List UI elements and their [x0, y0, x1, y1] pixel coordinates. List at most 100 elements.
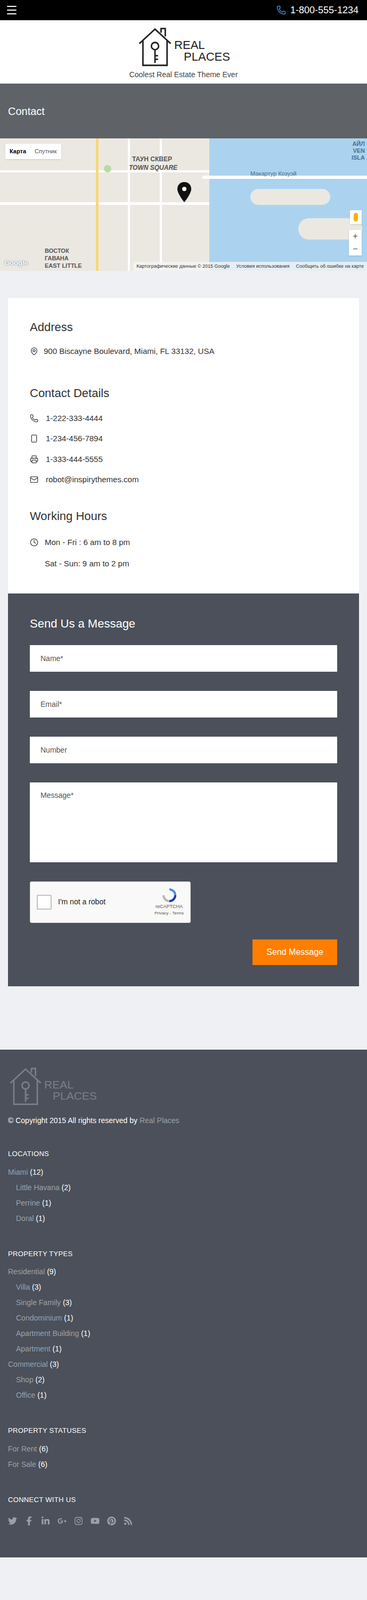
address-title: Address — [29, 318, 338, 337]
footer-subitem: Shop (2) — [15, 1373, 360, 1389]
footer-subitem: Little Havana (2) — [15, 1180, 360, 1197]
footer-section: LOCATIONSMiami (12)Little Havana (2)Perr… — [7, 1149, 360, 1228]
footer-link[interactable]: Single Family — [15, 1299, 61, 1308]
recaptcha: I'm not a robotreCAPTCHAPrivacy - Terms — [29, 882, 191, 924]
map-label: ГАВАНА — [44, 254, 69, 264]
menu-icon[interactable] — [5, 3, 19, 17]
message-field[interactable] — [29, 783, 338, 863]
map-label: VEN — [352, 146, 365, 156]
footer-subitem: Office (1) — [15, 1388, 360, 1405]
working-hours: Sat - Sun: 9 am to 2 pm — [29, 558, 338, 571]
footer-section: PROPERTY STATUSESFor Rent (6)For Sale (6… — [7, 1426, 360, 1474]
copyright: © Copyright 2015 All rights reserved by … — [7, 1115, 360, 1128]
map-pin-icon — [177, 182, 192, 203]
footer-link[interactable]: For Sale — [7, 1461, 37, 1470]
footer-subitem: Single Family (3) — [15, 1295, 360, 1312]
address: 900 Biscayne Boulevard, Miami, FL 33132,… — [29, 345, 338, 358]
phone-icon — [29, 414, 39, 423]
footer-item: Commercial (3)Shop (2)Office (1) — [7, 1357, 360, 1405]
contact-card: Address 900 Biscayne Boulevard, Miami, FL… — [7, 298, 360, 594]
footer-link[interactable]: Condominium — [15, 1314, 62, 1324]
footer-link[interactable]: Doral — [15, 1214, 34, 1224]
clock-icon — [29, 538, 39, 548]
form-field[interactable] — [29, 691, 338, 719]
footer-subitem: Apartment (1) — [15, 1342, 360, 1358]
logo-area: REALPLACESCoolest Real Estate Theme Ever — [0, 20, 367, 84]
zoom-controls: +− — [348, 230, 362, 256]
map-label: ISLA — [351, 153, 365, 163]
map-type-button[interactable]: Карта — [5, 143, 31, 160]
footer-link[interactable]: Shop — [15, 1376, 34, 1385]
mail-icon — [29, 475, 39, 485]
contact-form: Send Us a Message I'm not a robotreCAPTCH… — [7, 593, 360, 988]
form-field[interactable] — [29, 737, 338, 764]
map-label: Макартур Козуэй — [250, 169, 297, 179]
footer-link[interactable]: Villa — [15, 1283, 30, 1293]
recaptcha-checkbox[interactable] — [36, 895, 52, 911]
youtube-icon[interactable] — [90, 1517, 100, 1527]
twitter-icon[interactable] — [7, 1517, 18, 1527]
map-attribution: Картографические данные © 2015 GoogleУсл… — [133, 262, 367, 272]
map-label: АЙЛ — [352, 139, 365, 149]
pegman-icon[interactable] — [349, 210, 362, 225]
social-links — [7, 1517, 360, 1527]
form-title: Send Us a Message — [29, 615, 338, 633]
recaptcha-icon — [161, 887, 178, 904]
footer-subitem: Villa (3) — [15, 1280, 360, 1296]
footer-link[interactable]: For Rent — [7, 1445, 37, 1455]
form-field[interactable] — [29, 645, 338, 673]
send-button[interactable]: Send Message — [252, 940, 338, 966]
footer-subitem: Condominium (1) — [15, 1311, 360, 1327]
map-label: TOWN SQUARE — [128, 162, 178, 173]
instagram-icon[interactable] — [74, 1517, 84, 1527]
footer: REALPLACES © Copyright 2015 All rights re… — [0, 1050, 367, 1560]
footer-item: For Rent (6) — [7, 1442, 360, 1458]
printer-icon — [29, 455, 39, 464]
house-logo-icon — [7, 1066, 44, 1107]
linkedin-icon[interactable] — [41, 1517, 51, 1527]
facebook-icon[interactable] — [24, 1517, 34, 1527]
footer-link[interactable]: Residential — [7, 1268, 45, 1277]
footer-link[interactable]: Miami — [7, 1168, 28, 1178]
footer-link[interactable]: Little Havana — [15, 1184, 60, 1193]
mobile-icon — [29, 434, 39, 444]
page: 1-800-555-1234REALPLACESCoolest Real Est… — [0, 0, 367, 1600]
google-plus-icon[interactable] — [57, 1517, 67, 1527]
map[interactable]: КартаСпутник ТАУН СКВЕРTOWN SQUARE ВОСТОКГ… — [0, 138, 367, 272]
footer-section: PROPERTY TYPESResidential (9)Villa (3)Si… — [7, 1249, 360, 1405]
map-label: ТАУН СКВЕР — [132, 154, 173, 165]
phone-icon — [276, 5, 287, 15]
details-title: Contact Details — [29, 384, 338, 403]
footer-item: Miami (12)Little Havana (2)Perrine (1)Do… — [7, 1165, 360, 1228]
working-hours: Mon - Fri : 6 am to 8 pm — [29, 536, 338, 550]
footer-item: For Sale (6) — [7, 1457, 360, 1474]
rss-icon[interactable] — [123, 1517, 133, 1527]
page-banner: Contact — [0, 83, 367, 139]
footer-subitem: Apartment Building (1) — [15, 1326, 360, 1343]
connect-title: CONNECT WITH US — [7, 1495, 360, 1507]
site-logo[interactable]: REALPLACES — [136, 25, 231, 68]
zoom-button[interactable]: − — [348, 242, 362, 256]
map-type-button[interactable]: Спутник — [30, 143, 61, 160]
contact-detail[interactable]: robot@inspirythemes.com — [29, 474, 338, 487]
tagline: Coolest Real Estate Theme Ever — [129, 69, 239, 81]
map-type-switch: КартаСпутник — [5, 143, 62, 160]
footer-item: Residential (9)Villa (3)Single Family (3… — [7, 1265, 360, 1358]
footer-link[interactable]: Commercial — [7, 1360, 48, 1370]
copyright-link[interactable]: Real Places — [139, 1116, 180, 1126]
header-phone[interactable]: 1-800-555-1234 — [276, 3, 362, 18]
zoom-button[interactable]: + — [348, 230, 362, 243]
map-pin-icon — [29, 347, 39, 356]
contact-detail[interactable]: 1-234-456-7894 — [29, 433, 338, 446]
map-label: ВОСТОК — [44, 246, 70, 256]
top-bar: 1-800-555-1234 — [0, 0, 367, 21]
footer-logo[interactable]: REALPLACES — [7, 1066, 360, 1107]
contact-detail[interactable]: 1-222-333-4444 — [29, 412, 338, 426]
map-label: EAST LITTLE — [44, 261, 83, 271]
footer-link[interactable]: Apartment Building — [15, 1330, 79, 1339]
footer-link[interactable]: Perrine — [15, 1199, 40, 1209]
contact-detail[interactable]: 1-333-444-5555 — [29, 453, 338, 467]
pinterest-icon[interactable] — [107, 1517, 117, 1527]
footer-link[interactable]: Office — [15, 1391, 36, 1401]
footer-link[interactable]: Apartment — [15, 1345, 51, 1355]
